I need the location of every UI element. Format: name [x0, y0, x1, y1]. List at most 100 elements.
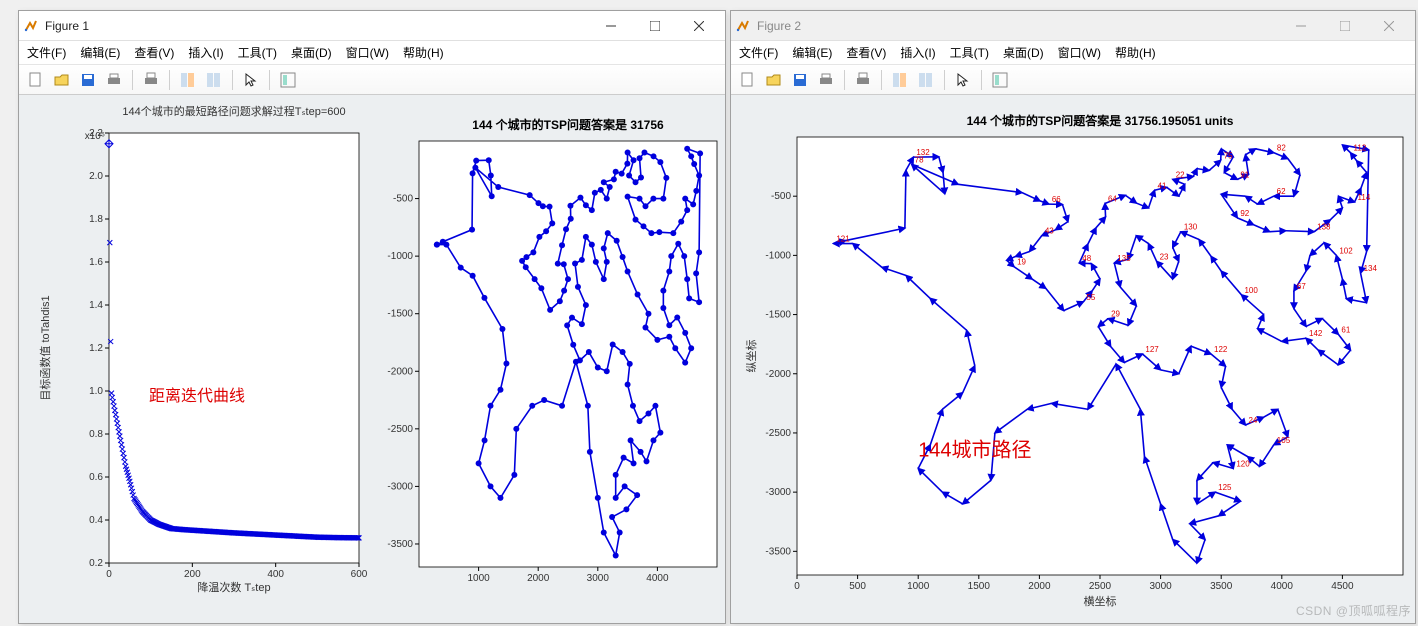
svg-text:1.8: 1.8	[89, 214, 103, 225]
menu-edit[interactable]: 编辑(E)	[792, 44, 832, 61]
print-icon[interactable]	[815, 69, 837, 91]
svg-text:142: 142	[1309, 329, 1323, 338]
menu-desktop[interactable]: 桌面(D)	[1003, 44, 1044, 61]
open-icon[interactable]	[763, 69, 785, 91]
svg-text:64: 64	[1108, 195, 1117, 204]
svg-text:-2000: -2000	[765, 369, 791, 380]
pointer-icon[interactable]	[952, 69, 974, 91]
svg-text:48: 48	[1082, 254, 1091, 263]
svg-text:纵坐标: 纵坐标	[744, 340, 758, 373]
minimize-button[interactable]	[1279, 12, 1323, 40]
svg-text:105: 105	[1277, 436, 1291, 445]
dock2-icon[interactable]	[203, 69, 225, 91]
close-button[interactable]	[677, 12, 721, 40]
svg-text:-2500: -2500	[387, 424, 413, 435]
menu-tools[interactable]: 工具(T)	[950, 44, 989, 61]
svg-text:22: 22	[1176, 170, 1185, 179]
svg-text:100: 100	[1244, 286, 1258, 295]
svg-text:0.8: 0.8	[89, 429, 103, 440]
matlab-icon	[23, 18, 39, 34]
colorbar-icon[interactable]	[277, 69, 299, 91]
svg-text:-500: -500	[393, 194, 413, 205]
pointer-icon[interactable]	[240, 69, 262, 91]
toolbar	[19, 65, 725, 95]
svg-text:112: 112	[1354, 144, 1367, 153]
new-icon[interactable]	[25, 69, 47, 91]
menu-view[interactable]: 查看(V)	[134, 44, 174, 61]
svg-text:-3500: -3500	[387, 539, 413, 550]
menu-help[interactable]: 帮助(H)	[1115, 44, 1156, 61]
titlebar[interactable]: Figure 2	[731, 11, 1415, 41]
svg-text:61: 61	[1341, 325, 1350, 334]
new-icon[interactable]	[737, 69, 759, 91]
svg-text:82: 82	[1277, 144, 1286, 153]
svg-text:4000: 4000	[646, 573, 669, 584]
separator	[944, 70, 945, 90]
close-button[interactable]	[1367, 12, 1411, 40]
svg-text:134: 134	[1364, 264, 1378, 273]
maximize-button[interactable]	[633, 12, 677, 40]
svg-text:目标函数值 toTahdis1: 目标函数值 toTahdis1	[38, 295, 52, 400]
menu-insert[interactable]: 插入(I)	[188, 44, 223, 61]
svg-text:1500: 1500	[968, 581, 991, 592]
svg-text:-1500: -1500	[765, 310, 791, 321]
maximize-button[interactable]	[1323, 12, 1367, 40]
svg-text:1000: 1000	[907, 581, 930, 592]
svg-text:4000: 4000	[1271, 581, 1294, 592]
print-preview-icon[interactable]	[852, 69, 874, 91]
window-title: Figure 1	[45, 19, 589, 33]
svg-text:3500: 3500	[1210, 581, 1233, 592]
svg-text:2000: 2000	[1028, 581, 1051, 592]
menu-window[interactable]: 窗口(W)	[346, 44, 389, 61]
svg-text:114: 114	[1358, 193, 1371, 202]
save-icon[interactable]	[789, 69, 811, 91]
menu-tools[interactable]: 工具(T)	[238, 44, 277, 61]
save-icon[interactable]	[77, 69, 99, 91]
dock-icon[interactable]	[889, 69, 911, 91]
svg-text:41: 41	[1158, 181, 1167, 190]
titlebar[interactable]: Figure 1	[19, 11, 725, 41]
svg-text:-3500: -3500	[765, 546, 791, 557]
iteration-chart: 144个城市的最短路径问题求解过程Tₛtep=600x10⁵0.20.40.60…	[31, 101, 371, 601]
open-icon[interactable]	[51, 69, 73, 91]
tsp-path-large: 144 个城市的TSP问题答案是 31756.195051 units05001…	[731, 95, 1415, 621]
svg-text:43: 43	[1045, 227, 1054, 236]
svg-text:-2500: -2500	[765, 428, 791, 439]
menu-file[interactable]: 文件(F)	[739, 44, 778, 61]
svg-text:127: 127	[1145, 345, 1159, 354]
svg-text:降温次数 Tₛtep: 降温次数 Tₛtep	[197, 580, 270, 594]
toolbar	[731, 65, 1415, 95]
svg-text:2000: 2000	[527, 573, 550, 584]
svg-text:2500: 2500	[1089, 581, 1112, 592]
svg-text:200: 200	[184, 569, 201, 580]
svg-text:-500: -500	[771, 191, 791, 202]
dock2-icon[interactable]	[915, 69, 937, 91]
svg-text:29: 29	[1111, 310, 1120, 319]
minimize-button[interactable]	[589, 12, 633, 40]
menu-file[interactable]: 文件(F)	[27, 44, 66, 61]
svg-text:3000: 3000	[1149, 581, 1172, 592]
svg-text:121: 121	[836, 235, 850, 244]
svg-text:144城市路径: 144城市路径	[918, 439, 1031, 462]
svg-text:距离迭代曲线: 距离迭代曲线	[149, 387, 245, 405]
menu-view[interactable]: 查看(V)	[846, 44, 886, 61]
dock-icon[interactable]	[177, 69, 199, 91]
print-icon[interactable]	[103, 69, 125, 91]
menu-window[interactable]: 窗口(W)	[1058, 44, 1101, 61]
menu-desktop[interactable]: 桌面(D)	[291, 44, 332, 61]
separator	[169, 70, 170, 90]
menu-edit[interactable]: 编辑(E)	[80, 44, 120, 61]
svg-text:400: 400	[267, 569, 284, 580]
watermark: CSDN @顶呱呱程序	[1296, 602, 1411, 619]
tsp-path-small: 144 个城市的TSP问题答案是 317561000200030004000-5…	[375, 101, 721, 601]
separator	[269, 70, 270, 90]
colorbar-icon[interactable]	[989, 69, 1011, 91]
separator	[844, 70, 845, 90]
svg-text:-2000: -2000	[387, 366, 413, 377]
svg-text:-3000: -3000	[765, 487, 791, 498]
svg-text:1.4: 1.4	[89, 300, 103, 311]
menu-insert[interactable]: 插入(I)	[900, 44, 935, 61]
svg-text:24: 24	[1248, 416, 1257, 425]
print-preview-icon[interactable]	[140, 69, 162, 91]
menu-help[interactable]: 帮助(H)	[403, 44, 444, 61]
